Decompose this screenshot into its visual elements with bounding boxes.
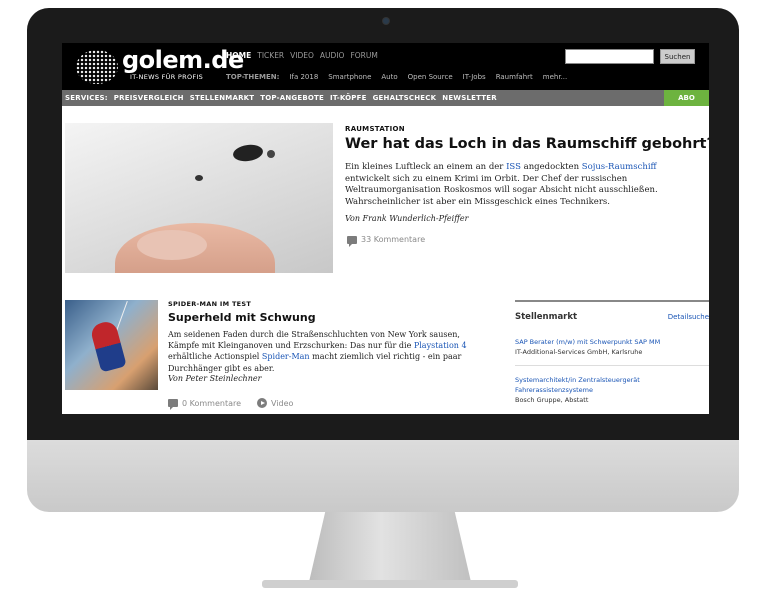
lead-kicker[interactable]: RAUMSTATION (345, 125, 405, 133)
nav-home[interactable]: HOME (226, 51, 251, 60)
service-link[interactable]: GEHALTSCHECK (373, 94, 437, 102)
lead-byline: Von Frank Wunderlich-Pfeiffer (345, 214, 469, 223)
lead-teaser: Ein kleines Luftleck an einem an der ISS… (345, 162, 675, 208)
fingernail-shape (137, 230, 207, 260)
play-video-icon[interactable] (257, 398, 268, 408)
service-link[interactable]: STELLENMARKT (190, 94, 255, 102)
video-link[interactable]: Video (271, 399, 293, 408)
link-spiderman[interactable]: Spider-Man (262, 352, 310, 361)
job-company: IT-Additional-Services GmbH, Karlsruhe (515, 348, 643, 356)
nav-audio[interactable]: AUDIO (320, 51, 345, 60)
topics-label: TOP-THEMEN: (226, 73, 280, 81)
service-link[interactable]: IT-KÖPFE (330, 94, 367, 102)
comment-icon (347, 235, 357, 247)
jobs-title: Stellenmarkt (515, 312, 578, 322)
second-title[interactable]: Superheld mit Schwung (168, 311, 316, 324)
second-teaser: Am seidenen Faden durch die Straßenschlu… (168, 329, 493, 374)
topic-link[interactable]: Raumfahrt (496, 73, 533, 81)
browser-screen: golem.de IT-NEWS FÜR PROFIS HOME TICKER … (62, 43, 709, 414)
services-label: SERVICES: (65, 94, 108, 102)
comments-count[interactable]: 33 Kommentare (361, 235, 425, 244)
job-item[interactable]: SAP Berater (m/w) mit Schwerpunkt SAP MM… (515, 337, 709, 357)
job-title[interactable]: Systemarchitekt/in Zentralsteuergerät Fa… (515, 375, 709, 395)
monitor-stand-base (262, 580, 518, 588)
monitor-chin (27, 440, 739, 512)
service-link[interactable]: TOP-ANGEBOTE (260, 94, 324, 102)
comments-count[interactable]: 0 Kommentare (182, 399, 241, 408)
topic-link[interactable]: IT-Jobs (463, 73, 486, 81)
main-nav: HOME TICKER VIDEO AUDIO FORUM (226, 51, 378, 60)
webcam-icon (383, 18, 389, 24)
second-byline: Von Peter Steinlechner (168, 374, 262, 383)
nav-video[interactable]: VIDEO (290, 51, 314, 60)
teaser-text: Ein kleines Luftleck an einem an der (345, 162, 507, 172)
nav-forum[interactable]: FORUM (350, 51, 377, 60)
second-kicker[interactable]: SPIDER-MAN IM TEST (168, 300, 251, 308)
search-input[interactable] (565, 49, 654, 64)
teaser-text: angedockten (520, 162, 582, 172)
teaser-text: erhältliche Actionspiel (168, 352, 262, 362)
topic-link[interactable]: Open Source (408, 73, 453, 81)
hole-shape (232, 142, 264, 164)
golem-logo-icon[interactable] (76, 50, 118, 84)
service-link[interactable]: NEWSLETTER (442, 94, 497, 102)
service-link[interactable]: PREISVERGLEICH (114, 94, 184, 102)
jobs-detailsearch-link[interactable]: Detailsuche (668, 313, 709, 321)
second-meta: 0 Kommentare Video (168, 398, 293, 410)
topic-link[interactable]: Auto (381, 73, 397, 81)
hole-shape (267, 150, 275, 158)
teaser-text: entwickelt sich zu einem Krimi im Orbit.… (345, 173, 658, 207)
lead-article-image[interactable] (65, 123, 333, 273)
job-title[interactable]: SAP Berater (m/w) mit Schwerpunkt SAP MM (515, 337, 709, 347)
topic-link[interactable]: Smartphone (328, 73, 371, 81)
job-item[interactable]: Systemarchitekt/in Zentralsteuergerät Fa… (515, 375, 709, 405)
nav-ticker[interactable]: TICKER (257, 51, 284, 60)
topic-more-link[interactable]: mehr... (543, 73, 567, 81)
site-tagline: IT-NEWS FÜR PROFIS (130, 73, 204, 81)
spiderman-figure (89, 319, 127, 373)
link-iss[interactable]: ISS (506, 162, 521, 172)
hole-shape (195, 175, 203, 181)
abo-button[interactable]: ABO (664, 90, 709, 106)
job-company: Bosch Gruppe, Abstatt (515, 396, 589, 404)
spiderman-article-image[interactable] (65, 300, 158, 390)
link-sojus[interactable]: Sojus-Raumschiff (582, 162, 657, 172)
search-button[interactable]: Suchen (660, 49, 695, 64)
topics-nav: TOP-THEMEN: Ifa 2018 Smartphone Auto Ope… (226, 73, 567, 81)
link-playstation[interactable]: Playstation 4 (414, 341, 467, 350)
services-bar: SERVICES: PREISVERGLEICH STELLENMARKT TO… (62, 90, 709, 106)
lead-title[interactable]: Wer hat das Loch in das Raumschiff geboh… (345, 136, 709, 152)
comment-icon (168, 399, 178, 410)
topic-link[interactable]: Ifa 2018 (289, 73, 318, 81)
monitor-stand (309, 512, 471, 582)
lead-comments[interactable]: 33 Kommentare (347, 235, 425, 247)
divider (515, 365, 709, 366)
jobs-widget: Stellenmarkt Detailsuche SAP Berater (m/… (515, 300, 709, 414)
